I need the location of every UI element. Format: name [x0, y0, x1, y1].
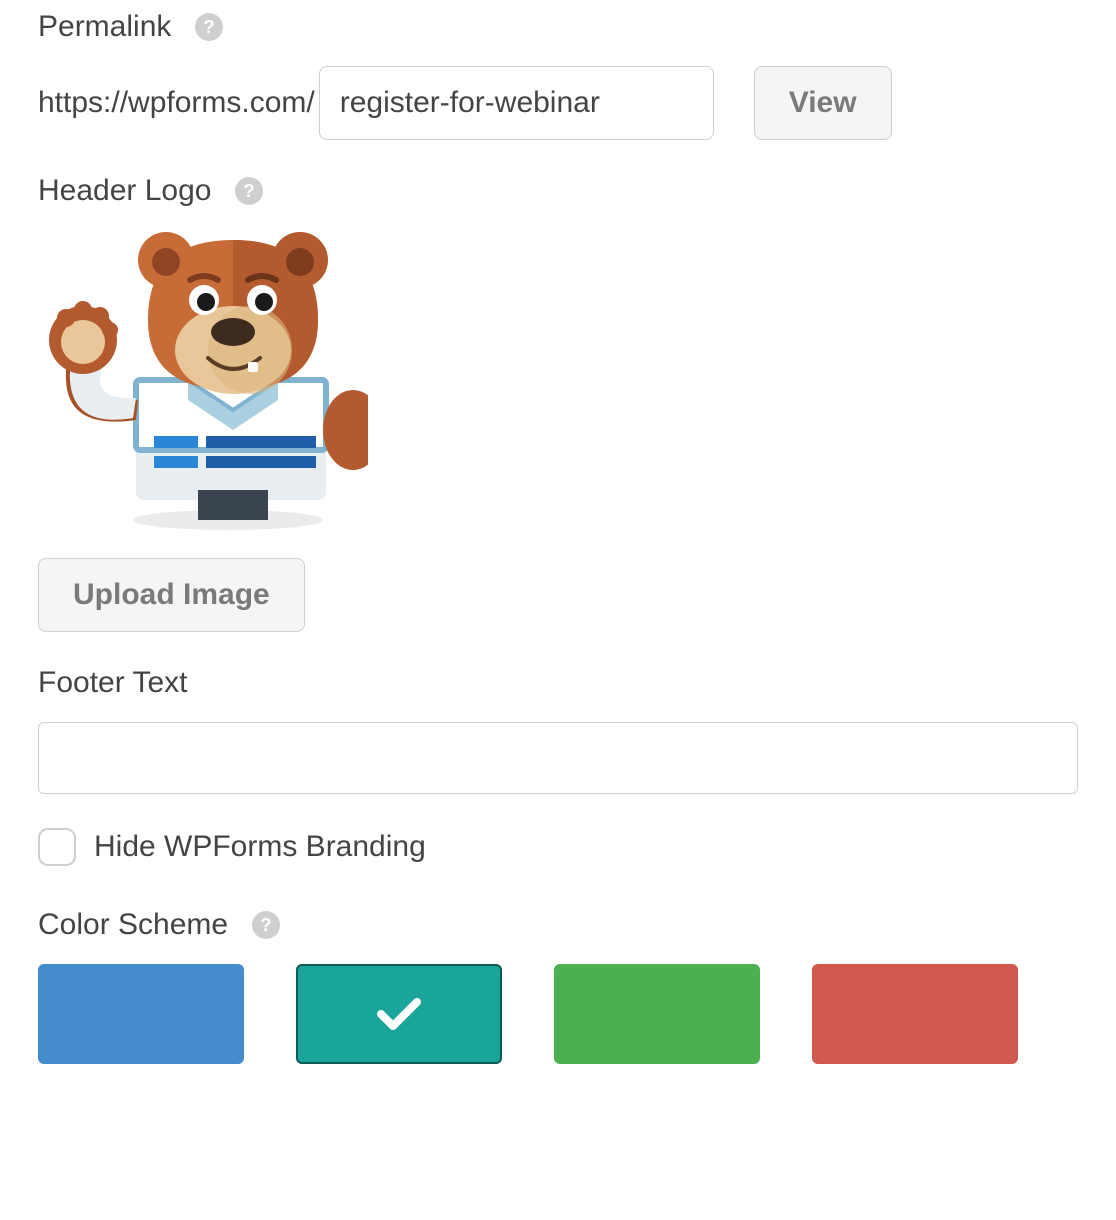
hide-branding-row: Hide WPForms Branding [38, 828, 1078, 866]
footer-text-input[interactable] [38, 722, 1078, 794]
hide-branding-checkbox[interactable] [38, 828, 76, 866]
svg-text:?: ? [204, 16, 215, 37]
header-logo-field: Header Logo ? [38, 174, 1078, 632]
permalink-prefix: https://wpforms.com/ [38, 86, 315, 120]
color-swatch-blue[interactable] [38, 964, 244, 1064]
upload-image-button[interactable]: Upload Image [38, 558, 305, 632]
footer-text-label: Footer Text [38, 666, 188, 700]
color-scheme-field: Color Scheme ? [38, 908, 1078, 1064]
permalink-field: Permalink ? https://wpforms.com/ View [38, 10, 1078, 140]
svg-text:?: ? [260, 914, 271, 935]
color-swatch-red[interactable] [812, 964, 1018, 1064]
help-icon[interactable]: ? [195, 13, 223, 41]
svg-text:?: ? [244, 180, 255, 201]
check-icon [377, 996, 421, 1032]
help-icon[interactable]: ? [235, 177, 263, 205]
footer-text-field: Footer Text [38, 666, 1078, 794]
permalink-slug-input[interactable] [319, 66, 714, 140]
permalink-label: Permalink [38, 10, 171, 44]
color-swatch-green[interactable] [554, 964, 760, 1064]
hide-branding-label: Hide WPForms Branding [94, 830, 426, 864]
header-logo-preview [38, 230, 1078, 530]
help-icon[interactable]: ? [252, 911, 280, 939]
color-swatch-teal[interactable] [296, 964, 502, 1064]
header-logo-label: Header Logo [38, 174, 211, 208]
color-scheme-label: Color Scheme [38, 908, 228, 942]
view-button[interactable]: View [754, 66, 892, 140]
bear-mascot-icon [38, 230, 368, 530]
